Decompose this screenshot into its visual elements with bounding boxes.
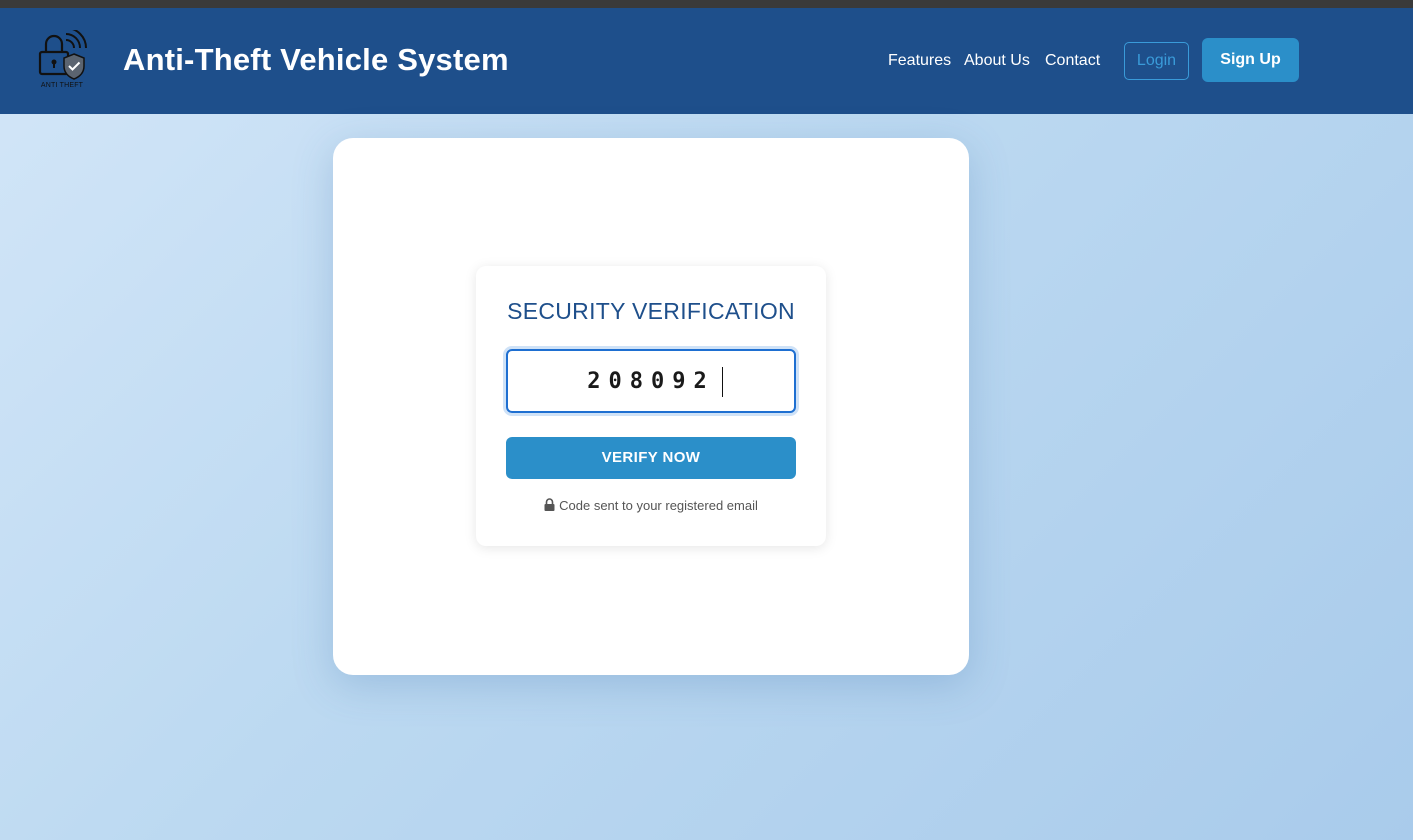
- code-sent-note: Code sent to your registered email: [476, 498, 826, 514]
- nav-contact-link[interactable]: Contact: [1045, 52, 1100, 70]
- text-caret: [722, 367, 723, 397]
- code-sent-text: Code sent to your registered email: [559, 498, 758, 513]
- lock-icon: [544, 498, 555, 514]
- logo[interactable]: ANTI THEFT: [34, 27, 90, 92]
- verification-title: SECURITY VERIFICATION: [507, 298, 795, 324]
- verification-code-input[interactable]: [506, 349, 796, 413]
- nav-features-link[interactable]: Features: [888, 52, 951, 70]
- window-top-strip: [0, 0, 1413, 8]
- verification-panel: SECURITY VERIFICATION VERIFY NOW Code se…: [333, 138, 969, 675]
- signup-button[interactable]: Sign Up: [1202, 38, 1299, 82]
- login-button[interactable]: Login: [1124, 42, 1189, 80]
- nav-about-link[interactable]: About Us: [964, 52, 1030, 70]
- verification-card: SECURITY VERIFICATION VERIFY NOW Code se…: [476, 266, 826, 546]
- verify-now-button[interactable]: VERIFY NOW: [506, 437, 796, 479]
- lock-shield-wifi-icon: [38, 27, 87, 80]
- logo-caption: ANTI THEFT: [40, 82, 84, 89]
- site-header: ANTI THEFT Anti-Theft Vehicle System Fea…: [0, 8, 1413, 114]
- app-title: Anti-Theft Vehicle System: [123, 42, 509, 77]
